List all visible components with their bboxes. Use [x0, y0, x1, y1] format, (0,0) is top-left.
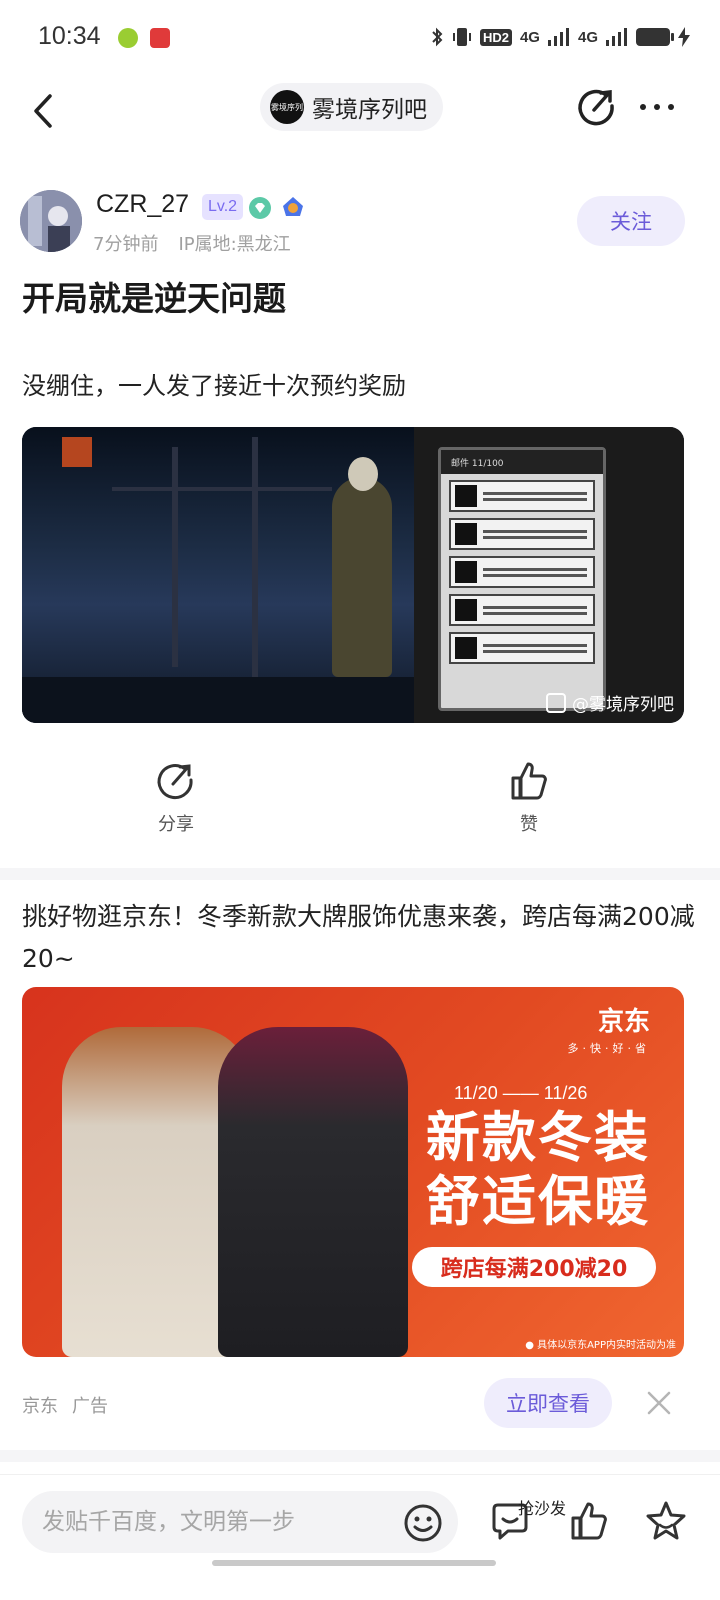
ad-model-man	[218, 1027, 408, 1357]
forum-chip[interactable]: 雾境序列 雾境序列吧	[260, 83, 443, 131]
post-title: 开局就是逆天问题	[22, 279, 286, 318]
mail-screen: 邮件 11/100	[438, 447, 606, 711]
thumbs-up-icon	[571, 1502, 607, 1540]
vibrate-icon	[452, 28, 471, 46]
ip-location: IP属地:黑龙江	[178, 234, 291, 255]
share-label: 分享	[158, 814, 194, 835]
ad-cta-button[interactable]: 立即查看	[484, 1378, 612, 1428]
emoji-icon	[404, 1504, 442, 1542]
ad-date-range: 11/20 —— 11/26	[454, 1083, 588, 1103]
network-label-2: 4G	[577, 28, 598, 46]
ad-source: 京东	[22, 1396, 58, 1417]
back-icon	[34, 94, 52, 128]
share-button[interactable]	[576, 86, 618, 128]
bluetooth-icon	[432, 27, 443, 47]
image-watermark: @雾境序列吧	[546, 690, 674, 715]
notification-icons	[118, 28, 170, 48]
ad-close-button[interactable]	[646, 1390, 672, 1416]
mail-item	[449, 632, 595, 664]
level-badge: Lv.2	[202, 194, 244, 220]
section-divider	[0, 868, 720, 880]
home-indicator[interactable]	[212, 1560, 496, 1566]
reply-input[interactable]	[22, 1491, 458, 1553]
video-app-icon	[150, 28, 170, 48]
back-button[interactable]	[26, 86, 66, 134]
crown-icon	[283, 197, 303, 216]
post-time: 7分钟前	[93, 234, 159, 255]
jd-brand: 京东	[597, 1007, 650, 1037]
more-icon	[668, 104, 674, 110]
post-actions: 分享 赞	[0, 760, 720, 850]
mail-header: 邮件 11/100	[441, 450, 603, 474]
jd-slogan: 多·快·好·省	[567, 1042, 650, 1055]
sofa-label: 抢沙发	[518, 1499, 567, 1518]
avatar[interactable]	[20, 190, 82, 252]
hd-indicator: HD2	[479, 28, 512, 46]
author-row: CZR_27 Lv.2 7分钟前 IP属地:黑龙江 关注	[0, 190, 720, 260]
post-body: 没绷住，一人发了接近十次预约奖励	[22, 372, 406, 400]
status-time: 10:34	[38, 22, 101, 50]
favorite-button[interactable]	[644, 1499, 688, 1543]
ad-footnote: ● 具体以京东APP内实时活动为准	[525, 1340, 676, 1351]
ad-label: 广告	[72, 1396, 108, 1417]
like-button[interactable]	[568, 1499, 610, 1543]
star-icon	[646, 1501, 686, 1540]
network-label-1: 4G	[519, 28, 540, 46]
jd-logo: 京东 多·快·好·省	[568, 1001, 651, 1056]
watermark-text: @雾境序列吧	[572, 695, 674, 715]
ad-headline-line-1: 新款冬装	[426, 1105, 650, 1169]
status-bar: 10:34 HD2 4G 4G	[0, 0, 720, 80]
mail-item	[449, 480, 595, 512]
like-label: 赞	[520, 814, 538, 835]
ad-headline: 新款冬装 舒适保暖	[426, 1105, 650, 1233]
share-action-button[interactable]: 分享	[116, 760, 236, 836]
post-meta: 7分钟前 IP属地:黑龙江	[93, 230, 291, 256]
mail-screenshot: 邮件 11/100	[414, 427, 684, 723]
mail-item	[449, 594, 595, 626]
bottom-bar: 抢沙发	[0, 1474, 720, 1600]
mail-item	[449, 556, 595, 588]
section-divider	[0, 1450, 720, 1462]
ad-banner[interactable]: 京东 多·快·好·省 11/20 —— 11/26 新款冬装 舒适保暖 跨店每满…	[22, 987, 684, 1357]
ad-headline-line-2: 舒适保暖	[426, 1169, 650, 1233]
signal-icon	[547, 28, 569, 46]
thumbs-up-icon	[511, 762, 547, 800]
ad-promo-pill: 跨店每满200减20	[412, 1247, 656, 1287]
signal-icon	[606, 28, 627, 46]
share-icon	[578, 89, 614, 126]
more-button[interactable]	[640, 92, 684, 122]
avatar-image	[20, 190, 82, 252]
ad-meta: 京东 广告	[22, 1392, 108, 1418]
more-icon	[640, 104, 646, 110]
charging-icon	[678, 27, 690, 47]
forum-avatar: 雾境序列	[270, 90, 304, 124]
forum-watermark-icon	[546, 692, 566, 713]
mail-item	[449, 518, 595, 550]
username[interactable]: CZR_27	[96, 190, 189, 219]
like-action-button[interactable]: 赞	[469, 760, 589, 836]
share-icon	[157, 764, 193, 800]
emoji-button[interactable]	[402, 1502, 444, 1544]
ad-text[interactable]: 挑好物逛京东！冬季新款大牌服饰优惠来袭，跨店每满200减20~	[22, 896, 698, 980]
app-notification-icon	[118, 28, 138, 48]
gem-icon	[249, 197, 271, 219]
game-scene-image	[22, 427, 414, 723]
forum-name: 雾境序列吧	[312, 97, 427, 123]
nav-bar: 雾境序列 雾境序列吧	[0, 80, 720, 140]
post-image[interactable]: 邮件 11/100 @雾境序列吧	[22, 427, 684, 723]
more-icon	[654, 104, 660, 110]
battery-icon	[636, 28, 674, 46]
follow-button[interactable]: 关注	[577, 196, 685, 246]
status-indicators: HD2 4G 4G	[430, 26, 690, 48]
close-icon	[647, 1391, 671, 1415]
